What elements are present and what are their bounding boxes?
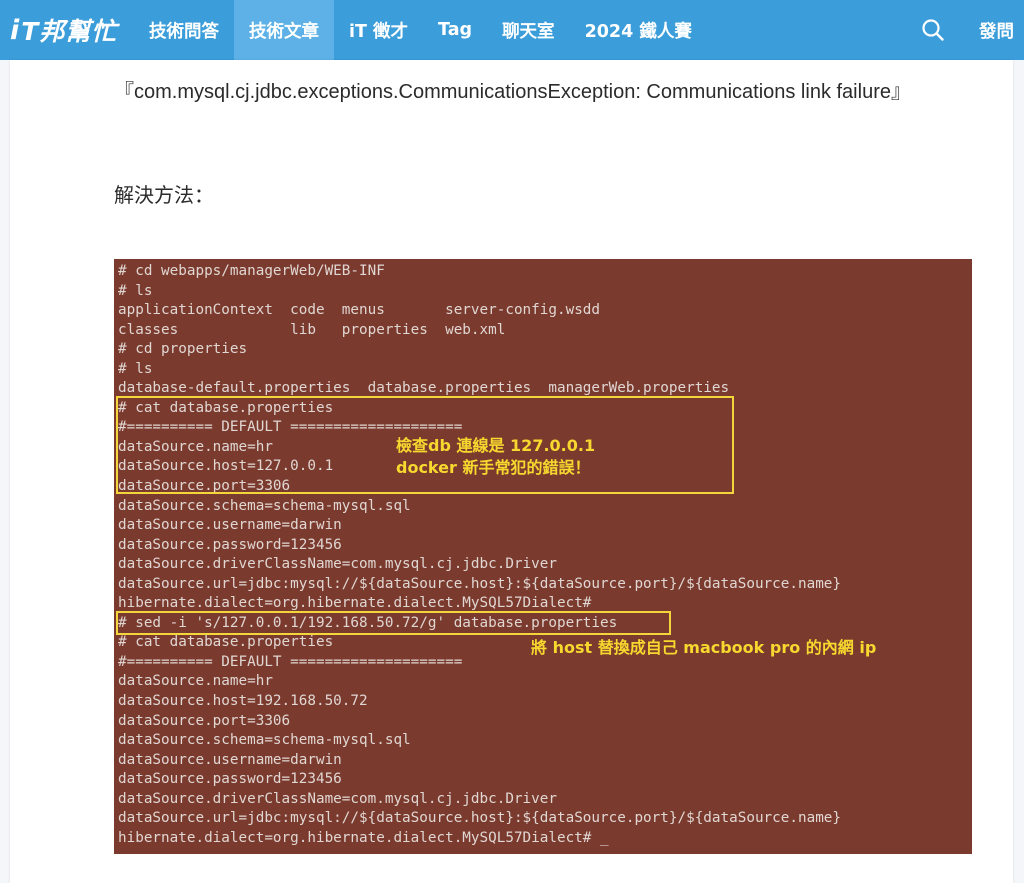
logo-i: i <box>10 14 21 46</box>
annotation-line-2: docker 新手常犯的錯誤！ <box>396 458 591 477</box>
terminal-line: applicationContext code menus server-con… <box>118 302 601 319</box>
terminal-line: dataSource.username=darwin <box>118 751 342 768</box>
terminal-line: dataSource.schema=schema-mysql.sql <box>118 497 411 514</box>
terminal-line: dataSource.driverClassName=com.mysql.cj.… <box>118 790 557 807</box>
main-nav: 技術問答 技術文章 iT 徵才 Tag 聊天室 2024 鐵人賽 <box>134 0 707 60</box>
terminal-line: dataSource.host=192.168.50.72 <box>118 693 368 710</box>
annotation-line-1: 檢查db 連線是 127.0.0.1 <box>396 436 596 455</box>
terminal-line: # cd properties <box>118 341 248 358</box>
terminal-output: # cd webapps/managerWeb/WEB-INF # ls appli… <box>118 262 841 848</box>
terminal-line: # ls <box>118 282 153 299</box>
nav-item-chatroom[interactable]: 聊天室 <box>487 0 570 60</box>
nav-item-ironman[interactable]: 2024 鐵人賽 <box>570 0 707 60</box>
terminal-line: dataSource.url=jdbc:mysql://${dataSource… <box>118 810 842 827</box>
terminal-line: dataSource.port=3306 <box>118 712 291 729</box>
terminal-line: dataSource.schema=schema-mysql.sql <box>118 732 411 749</box>
logo-text: T邦幫忙 <box>21 17 118 46</box>
terminal-line: dataSource.driverClassName=com.mysql.cj.… <box>118 556 557 573</box>
ask-button[interactable]: 發問 <box>953 18 1024 43</box>
highlight-box-sed-command <box>116 611 671 635</box>
search-button[interactable] <box>913 0 953 60</box>
quote-open: 『 <box>114 79 134 103</box>
top-navbar: i T邦幫忙 技術問答 技術文章 iT 徵才 Tag 聊天室 2024 鐵人賽 發… <box>0 0 1024 60</box>
terminal-line: dataSource.password=123456 <box>118 536 342 553</box>
nav-item-tag[interactable]: Tag <box>423 0 487 60</box>
terminal-screenshot: # cd webapps/managerWeb/WEB-INF # ls appli… <box>114 259 972 854</box>
quote-close: 』 <box>890 79 911 103</box>
nav-item-articles[interactable]: 技術文章 <box>234 0 334 60</box>
terminal-line: # ls <box>118 360 153 377</box>
annotation-check-db: 檢查db 連線是 127.0.0.1 docker 新手常犯的錯誤！ <box>396 435 595 479</box>
nav-right: 發問 <box>913 0 1024 60</box>
terminal-line: hibernate.dialect=org.hibernate.dialect.… <box>118 829 609 846</box>
annotation-replace-host: 將 host 替換成自己 macbook pro 的內網 ip <box>531 638 877 657</box>
site-logo[interactable]: i T邦幫忙 <box>10 0 134 60</box>
error-text: com.mysql.cj.jdbc.exceptions.Communicati… <box>134 81 891 103</box>
terminal-line: dataSource.name=hr <box>118 673 273 690</box>
search-icon <box>922 19 944 41</box>
solution-heading: 解決方法： <box>114 183 214 207</box>
terminal-line: # cd webapps/managerWeb/WEB-INF <box>118 263 385 279</box>
nav-item-jobs[interactable]: iT 徵才 <box>334 0 423 60</box>
terminal-line: dataSource.password=123456 <box>118 771 342 788</box>
error-message-paragraph: 『com.mysql.cj.jdbc.exceptions.Communicat… <box>114 74 914 110</box>
terminal-line: classes lib properties web.xml <box>118 321 506 338</box>
article-content: 『com.mysql.cj.jdbc.exceptions.Communicat… <box>10 60 1013 883</box>
terminal-line: dataSource.url=jdbc:mysql://${dataSource… <box>118 575 842 592</box>
terminal-line: dataSource.username=darwin <box>118 517 342 534</box>
nav-item-qa[interactable]: 技術問答 <box>134 0 234 60</box>
